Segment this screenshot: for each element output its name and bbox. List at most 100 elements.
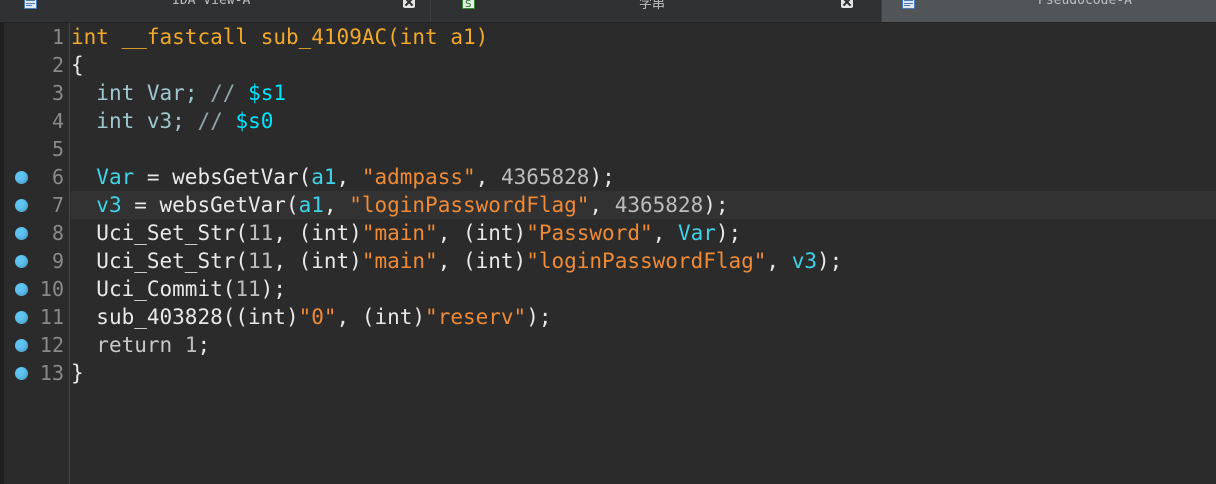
line-number: 2 (51, 53, 64, 77)
string-literal[interactable]: "loginPasswordFlag" (349, 193, 589, 217)
breakpoint-dot[interactable] (15, 255, 28, 268)
breakpoint-dot[interactable] (15, 227, 28, 240)
register: $s0 (235, 109, 274, 133)
breakpoint-dot[interactable] (15, 367, 28, 380)
terminator: ); (589, 165, 615, 189)
number-literal: 4365828 (614, 193, 704, 217)
code-line-3[interactable]: int Var; // $s1 (71, 79, 1216, 107)
close-brace: } (71, 361, 84, 385)
var-decl[interactable]: v3; (147, 109, 185, 133)
pseudocode-icon (902, 0, 915, 9)
line-number: 5 (51, 137, 64, 161)
cast: (int) (462, 221, 527, 245)
tab-label: IDA View-A (172, 0, 251, 8)
code-line-4[interactable]: int v3; // $s0 (71, 107, 1216, 135)
number-literal: 1 (184, 333, 198, 357)
breakpoint-dot[interactable] (15, 339, 28, 352)
ida-view-icon (24, 0, 37, 9)
call[interactable]: = websGetVar( (122, 193, 298, 217)
string-literal[interactable]: "loginPasswordFlag" (526, 249, 766, 273)
string-literal[interactable]: "admpass" (362, 165, 476, 189)
variable[interactable]: Var (678, 221, 716, 245)
cast: (int) (462, 249, 527, 273)
tab-label: 字串 (639, 0, 666, 12)
tab-label: Pseudocode-A (1038, 0, 1132, 8)
svg-text:S: S (465, 0, 471, 9)
variable[interactable]: Var (96, 165, 134, 189)
call[interactable]: Uci_Set_Str( (96, 249, 248, 273)
code-line-2[interactable]: { (71, 51, 1216, 79)
line-number: 11 (39, 305, 64, 329)
breakpoint-dot[interactable] (15, 283, 28, 296)
code-line-7[interactable]: v3 = websGetVar(a1, "loginPasswordFlag",… (71, 191, 1216, 219)
comment: // (197, 109, 223, 133)
call[interactable]: = websGetVar( (134, 165, 311, 189)
terminator: ); (703, 193, 729, 217)
variable[interactable]: v3 (96, 193, 121, 217)
terminator: ); (526, 305, 552, 329)
open-brace: { (71, 53, 84, 77)
string-literal[interactable]: "main" (362, 221, 438, 245)
code-line-10[interactable]: Uci_Commit(11); (71, 275, 1216, 303)
tab-pseudocode-a[interactable]: Pseudocode-A (882, 0, 1216, 22)
close-icon[interactable] (403, 0, 415, 8)
breakpoint-dot[interactable] (15, 199, 28, 212)
tab-strings[interactable]: S 字串 (431, 0, 881, 22)
code-area[interactable]: int __fastcall sub_4109AC(int a1) { int … (71, 23, 1216, 484)
terminator: ; (197, 333, 211, 357)
cast: (int) (361, 305, 426, 329)
param-type: int (399, 25, 438, 49)
var-type: int (96, 109, 135, 133)
line-number: 10 (39, 277, 64, 301)
call[interactable]: sub_403828( (96, 305, 235, 329)
variable[interactable]: v3 (792, 249, 817, 273)
line-number: 7 (51, 193, 64, 217)
separator: , (323, 193, 350, 217)
argument[interactable]: a1 (299, 193, 324, 217)
cast: (int) (298, 249, 362, 273)
calling-convention: __fastcall (121, 25, 249, 49)
code-line-8[interactable]: Uci_Set_Str(11, (int)"main", (int)"Passw… (71, 219, 1216, 247)
keyword-int: int (71, 25, 109, 49)
terminator: ); (817, 249, 843, 273)
function-name[interactable]: sub_4109AC( (261, 25, 400, 49)
call[interactable]: Uci_Set_Str( (96, 221, 248, 245)
pseudocode-editor[interactable]: 1 2 3 4 5 6 7 8 9 10 11 12 13 int __fast… (0, 23, 1216, 484)
string-literal[interactable]: "main" (362, 249, 438, 273)
line-number: 9 (51, 249, 64, 273)
number-literal: 11 (248, 249, 274, 273)
code-line-11[interactable]: sub_403828((int)"0", (int)"reserv"); (71, 303, 1216, 331)
return-keyword: return (96, 333, 173, 357)
string-literal[interactable]: "reserv" (425, 305, 526, 329)
terminator: ); (715, 221, 742, 245)
code-line-1[interactable]: int __fastcall sub_4109AC(int a1) (71, 23, 1216, 51)
var-decl[interactable]: Var; (147, 81, 198, 105)
string-literal[interactable]: "0" (299, 305, 337, 329)
separator: , (336, 165, 362, 189)
strings-icon: S (462, 0, 475, 10)
close-icon[interactable] (841, 0, 853, 8)
comment: // (210, 81, 236, 105)
call[interactable]: Uci_Commit( (96, 277, 235, 301)
param-name[interactable]: a1) (450, 25, 488, 49)
string-literal[interactable]: "Password" (526, 221, 652, 245)
cast: (int) (235, 305, 299, 329)
line-number: 1 (51, 25, 64, 49)
argument[interactable]: a1 (311, 165, 336, 189)
var-type: int (96, 81, 135, 105)
breakpoint-dot[interactable] (15, 311, 28, 324)
code-line-13[interactable]: } (71, 359, 1216, 387)
cast: (int) (298, 221, 362, 245)
tab-ida-view-a[interactable]: IDA View-A (0, 0, 430, 22)
code-line-9[interactable]: Uci_Set_Str(11, (int)"main", (int)"login… (71, 247, 1216, 275)
code-line-12[interactable]: return 1; (71, 331, 1216, 359)
code-line-5[interactable] (71, 135, 1216, 163)
line-number: 4 (51, 109, 64, 133)
line-number: 8 (51, 221, 64, 245)
line-number-gutter[interactable]: 1 2 3 4 5 6 7 8 9 10 11 12 13 (0, 23, 70, 484)
line-number: 13 (39, 361, 64, 385)
line-number: 6 (51, 165, 64, 189)
number-literal: 11 (248, 221, 274, 245)
breakpoint-dot[interactable] (15, 171, 28, 184)
code-line-6[interactable]: Var = websGetVar(a1, "admpass", 4365828)… (71, 163, 1216, 191)
